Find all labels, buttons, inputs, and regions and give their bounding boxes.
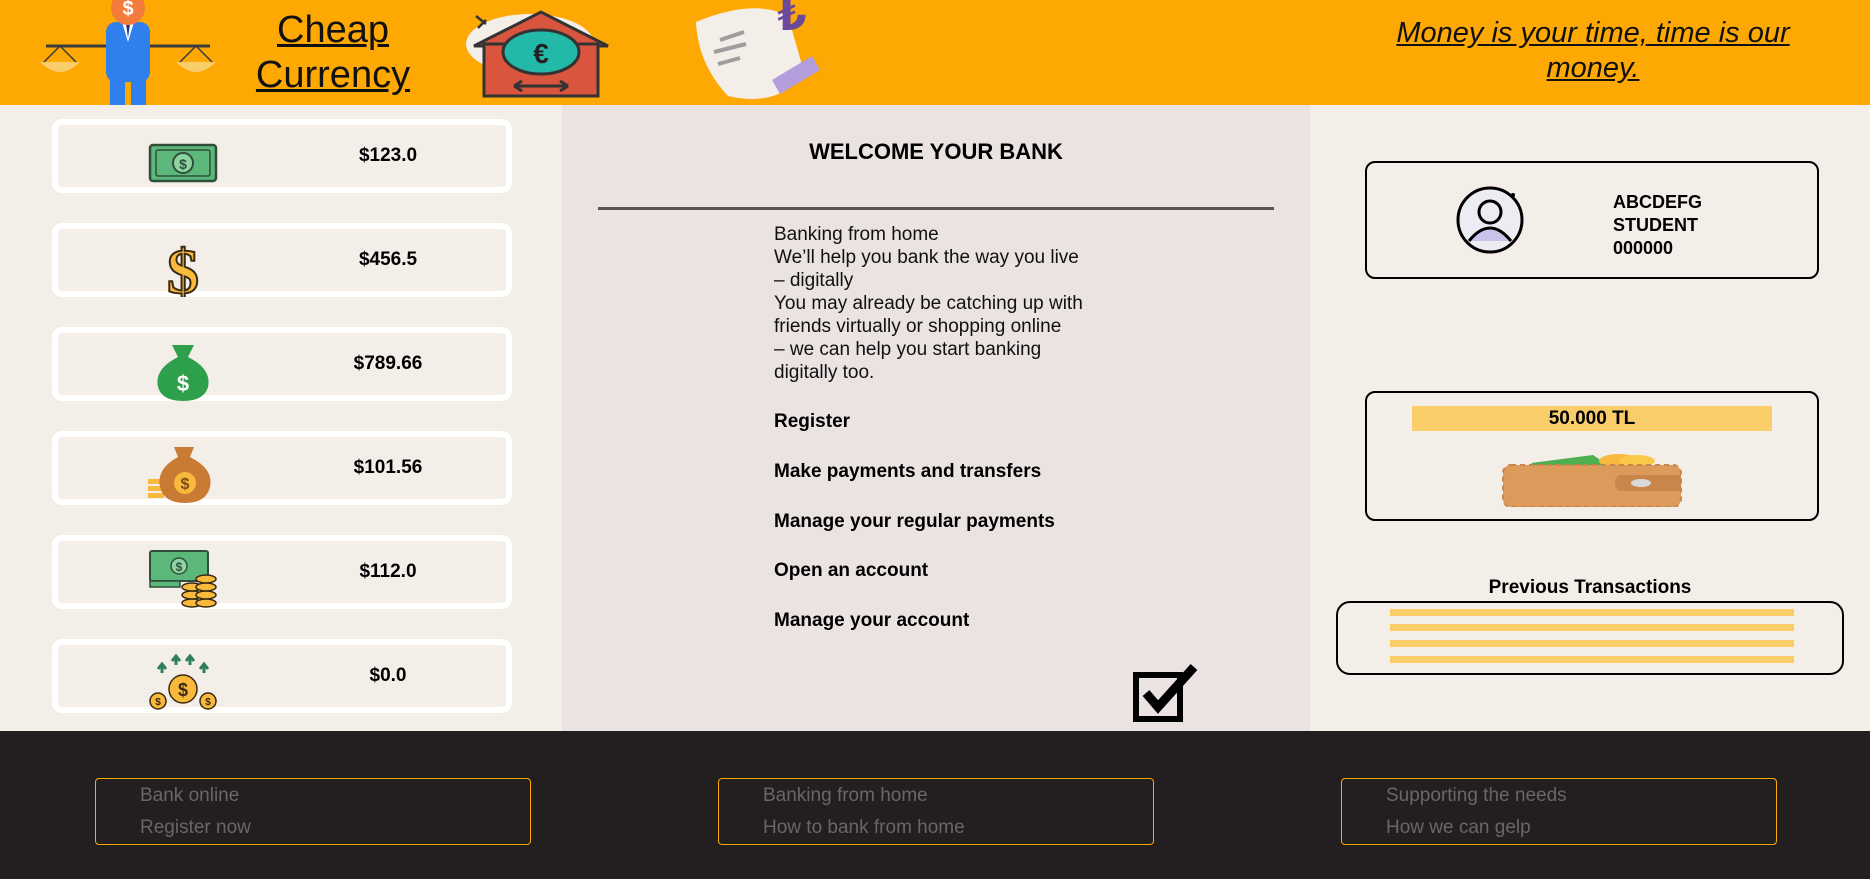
welcome-heading: WELCOME YOUR BANK bbox=[809, 139, 1063, 164]
svg-text:$: $ bbox=[205, 697, 211, 708]
transaction-row bbox=[1390, 609, 1794, 616]
profile-info: ABCDEFG STUDENT 000000 bbox=[1613, 191, 1702, 260]
brand-line-2: Currency bbox=[255, 54, 411, 96]
link-manage-account[interactable]: Manage your account bbox=[774, 610, 969, 632]
brand-line-1: Cheap bbox=[277, 9, 389, 51]
transactions-list[interactable] bbox=[1336, 601, 1844, 675]
footer-box-banking-home: Banking from home How to bank from home bbox=[718, 778, 1154, 845]
footer-link[interactable]: Register now bbox=[140, 817, 251, 839]
money-card[interactable]: $ $456.5 bbox=[52, 223, 512, 297]
intro-line: You may already be catching up with bbox=[774, 293, 1083, 314]
wallet-card[interactable]: 50.000 TL bbox=[1365, 391, 1819, 521]
slogan: Money is your time, time is our money. bbox=[1396, 17, 1790, 84]
money-card[interactable]: $ $789.66 bbox=[52, 327, 512, 401]
intro-line: We’ll help you bank the way you live bbox=[774, 247, 1079, 268]
svg-text:$: $ bbox=[178, 680, 188, 700]
svg-text:$: $ bbox=[181, 476, 190, 493]
wallet-balance: 50.000 TL bbox=[1412, 406, 1772, 431]
link-open-account[interactable]: Open an account bbox=[774, 560, 928, 582]
profile-number: 000000 bbox=[1613, 238, 1674, 258]
coin-growth-icon: $ $ $ bbox=[149, 653, 217, 710]
money-card[interactable]: $ $123.0 bbox=[52, 119, 512, 193]
header: $ Cheap Currency € ₺ Money is your time,… bbox=[0, 0, 1870, 105]
intro-line: – we can help you start banking bbox=[774, 339, 1042, 360]
account-panel: ABCDEFG STUDENT 000000 50.000 TL Previou… bbox=[1310, 105, 1870, 731]
svg-text:₺: ₺ bbox=[777, 0, 806, 40]
footer-link[interactable]: How to bank from home bbox=[763, 817, 965, 839]
lira-receipt-icon: ₺ bbox=[696, 0, 820, 100]
money-amount: $0.0 bbox=[369, 665, 407, 686]
profile-card[interactable]: ABCDEFG STUDENT 000000 bbox=[1365, 161, 1819, 279]
transaction-row bbox=[1390, 624, 1794, 631]
money-amount: $101.56 bbox=[353, 457, 423, 478]
cash-coins-stack-icon: $ bbox=[149, 550, 217, 608]
wallet-icon bbox=[1502, 454, 1682, 507]
footer-box-support: Supporting the needs How we can gelp bbox=[1341, 778, 1777, 845]
money-card[interactable]: $ $101.56 bbox=[52, 431, 512, 505]
svg-text:$: $ bbox=[155, 697, 161, 708]
footer-link[interactable]: How we can gelp bbox=[1386, 817, 1531, 839]
previous-transactions-title: Previous Transactions bbox=[1488, 577, 1692, 598]
money-card[interactable]: $ $ $ $0.0 bbox=[52, 639, 512, 713]
user-avatar-icon bbox=[1456, 186, 1524, 254]
intro-line: – digitally bbox=[774, 270, 854, 291]
intro-line: Banking from home bbox=[774, 224, 939, 245]
intro-text: Banking from home We’ll help you bank th… bbox=[774, 223, 1114, 384]
transaction-row bbox=[1390, 640, 1794, 647]
intro-line: friends virtually or shopping online bbox=[774, 316, 1062, 337]
money-amount: $456.5 bbox=[358, 249, 418, 270]
footer-link[interactable]: Supporting the needs bbox=[1386, 785, 1567, 807]
checkbox-checked-icon[interactable] bbox=[1132, 661, 1202, 723]
cash-bill-icon: $ bbox=[148, 143, 218, 183]
footer-link[interactable]: Banking from home bbox=[763, 785, 928, 807]
svg-text:$: $ bbox=[179, 156, 187, 172]
footer: Bank online Register now Banking from ho… bbox=[0, 731, 1870, 879]
svg-text:€: € bbox=[533, 38, 549, 69]
svg-text:$: $ bbox=[167, 236, 199, 297]
divider bbox=[598, 207, 1274, 210]
link-regular-payments[interactable]: Manage your regular payments bbox=[774, 511, 1055, 533]
brand-logo[interactable]: Cheap Currency bbox=[248, 8, 418, 98]
money-card[interactable]: $ $112.0 bbox=[52, 535, 512, 609]
businessman-scale-icon: $ bbox=[40, 0, 216, 105]
money-bag-icon: $ bbox=[157, 345, 209, 401]
link-register[interactable]: Register bbox=[774, 411, 850, 433]
svg-text:$: $ bbox=[122, 0, 133, 20]
money-sack-coins-icon: $ bbox=[148, 447, 211, 503]
money-amount: $789.66 bbox=[353, 353, 423, 374]
svg-text:$: $ bbox=[177, 371, 189, 396]
svg-text:$: $ bbox=[176, 560, 183, 574]
footer-link[interactable]: Bank online bbox=[140, 785, 239, 807]
footer-box-bank-online: Bank online Register now bbox=[95, 778, 531, 845]
main-panel: WELCOME YOUR BANK Banking from home We’l… bbox=[562, 105, 1310, 731]
money-amount: $112.0 bbox=[359, 561, 417, 582]
link-payments-transfers[interactable]: Make payments and transfers bbox=[774, 461, 1041, 483]
profile-name: ABCDEFG bbox=[1613, 192, 1702, 212]
intro-line: digitally too. bbox=[774, 362, 875, 383]
dollar-sign-icon: $ bbox=[166, 235, 200, 297]
euro-house-icon: € bbox=[466, 10, 609, 98]
profile-role: STUDENT bbox=[1613, 215, 1698, 235]
transaction-row bbox=[1390, 656, 1794, 663]
money-amount: $123.0 bbox=[358, 145, 418, 166]
balance-list: $ $123.0 $ $456.5 $ $789.66 $ $101.56 $ … bbox=[0, 105, 562, 731]
